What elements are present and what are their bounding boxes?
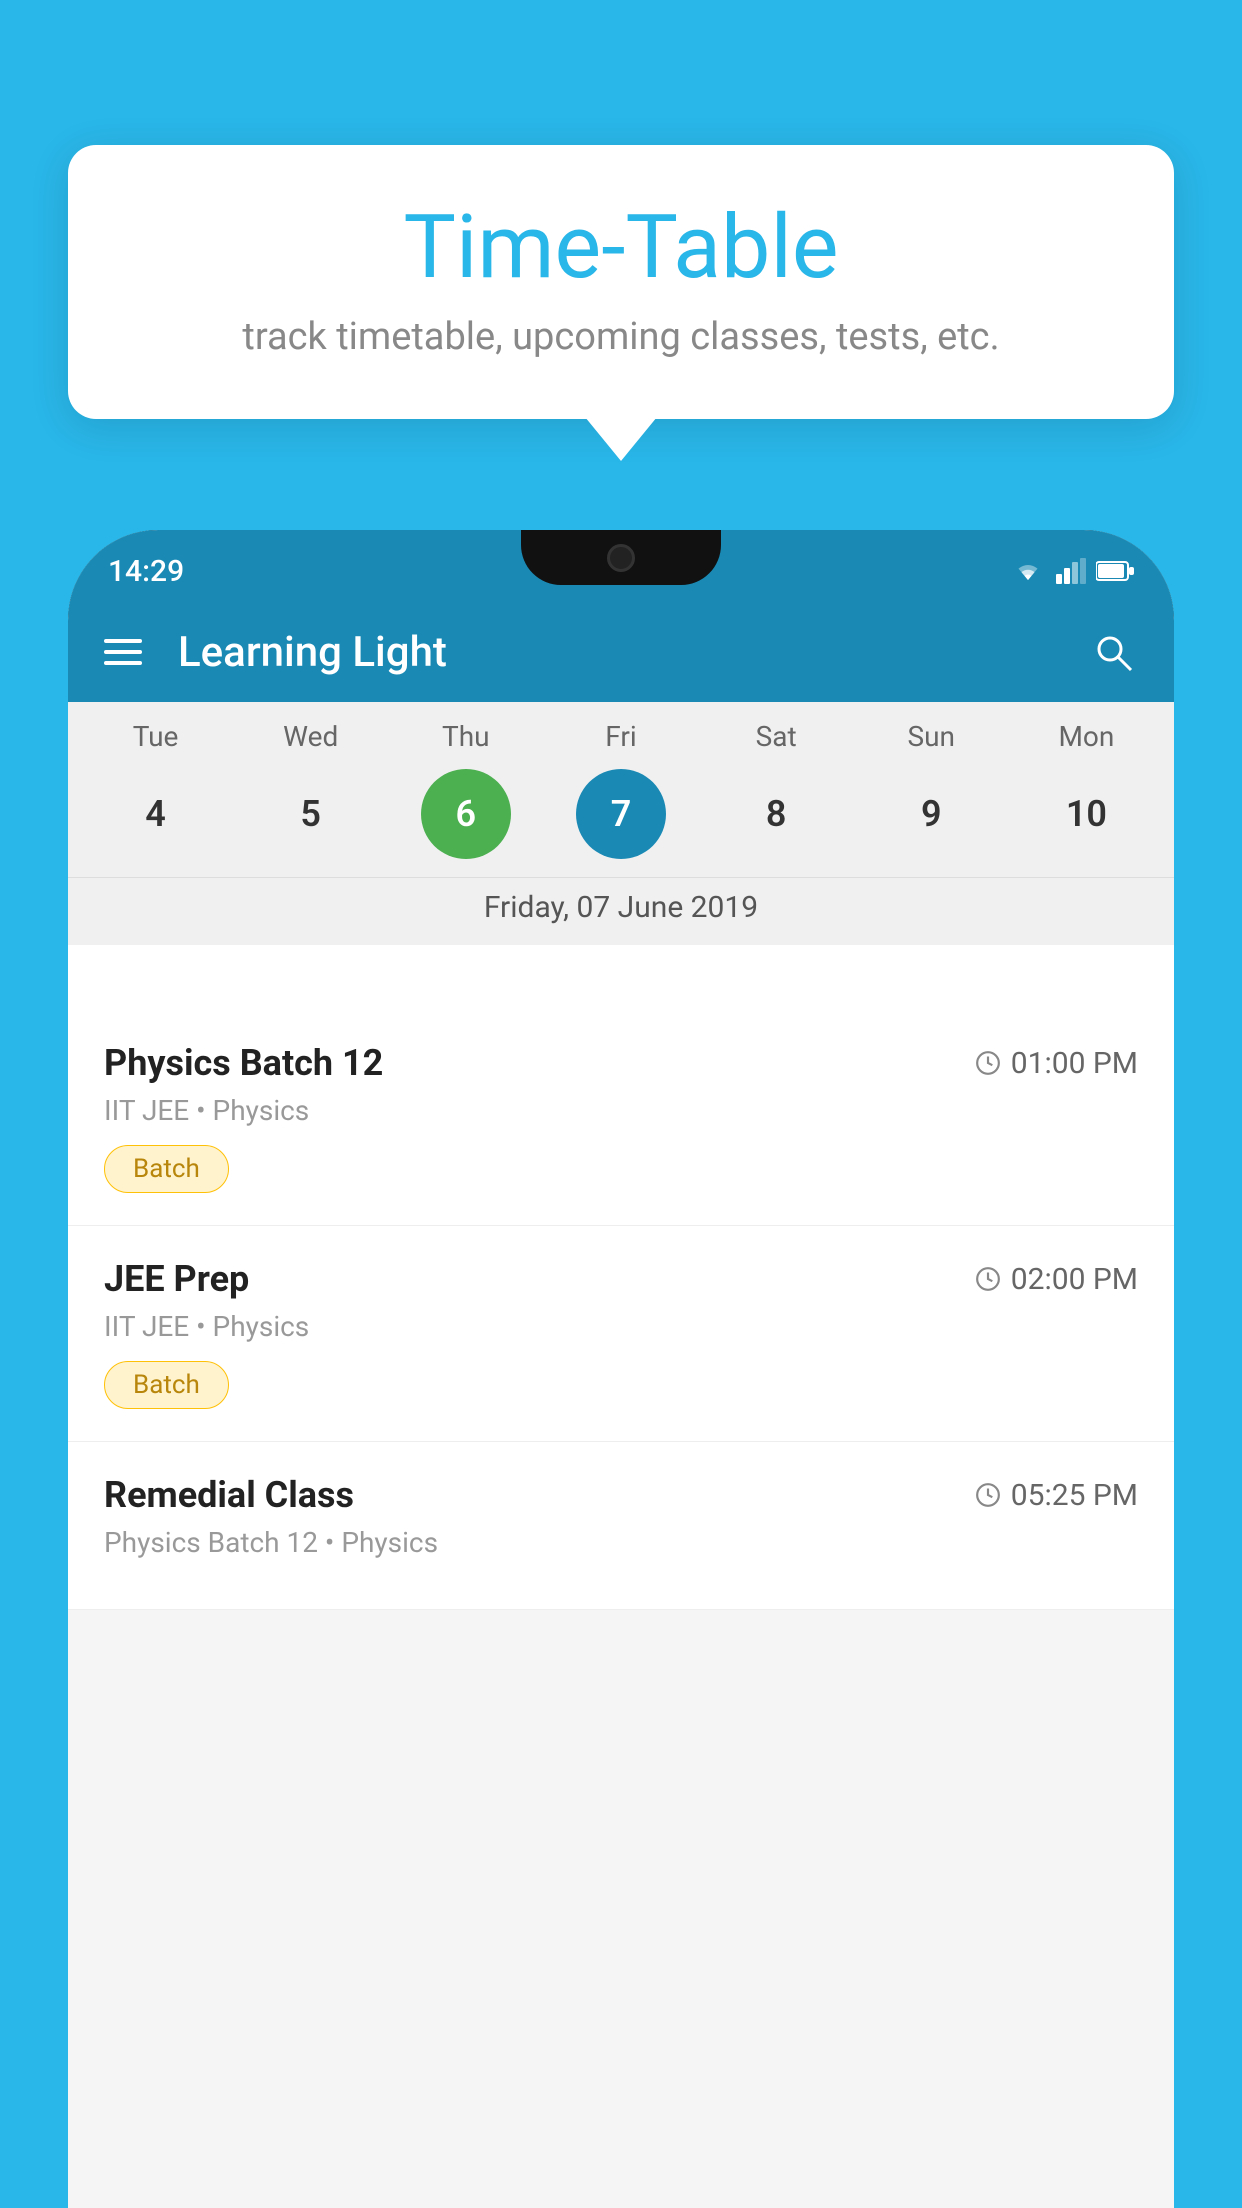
schedule-item-1[interactable]: Physics Batch 12 01:00 PM IIT JEE • Phys… bbox=[68, 1010, 1174, 1226]
date-4[interactable]: 4 bbox=[111, 769, 201, 859]
weekday-sun: Sun bbox=[881, 720, 981, 753]
schedule-list: Physics Batch 12 01:00 PM IIT JEE • Phys… bbox=[68, 1010, 1174, 2208]
tooltip-subtitle: track timetable, upcoming classes, tests… bbox=[128, 315, 1114, 359]
date-5[interactable]: 5 bbox=[266, 769, 356, 859]
schedule-item-3-subtitle: Physics Batch 12 • Physics bbox=[104, 1526, 1138, 1559]
weekday-tue: Tue bbox=[106, 720, 206, 753]
hamburger-line-1 bbox=[104, 639, 142, 643]
schedule-item-1-title: Physics Batch 12 bbox=[104, 1042, 383, 1084]
schedule-item-2[interactable]: JEE Prep 02:00 PM IIT JEE • Physics Batc… bbox=[68, 1226, 1174, 1442]
schedule-item-3-header: Remedial Class 05:25 PM bbox=[104, 1474, 1138, 1516]
tooltip-title: Time-Table bbox=[128, 200, 1114, 297]
phone-screen: 14:29 bbox=[68, 530, 1174, 2208]
search-button[interactable] bbox=[1088, 627, 1138, 677]
phone-camera bbox=[607, 544, 635, 572]
hamburger-line-2 bbox=[104, 650, 142, 654]
hamburger-line-3 bbox=[104, 661, 142, 665]
schedule-item-3-time: 05:25 PM bbox=[975, 1478, 1138, 1513]
weekday-wed: Wed bbox=[261, 720, 361, 753]
phone-notch bbox=[521, 530, 721, 585]
battery-icon bbox=[1096, 560, 1134, 582]
schedule-item-2-subtitle: IIT JEE • Physics bbox=[104, 1310, 1138, 1343]
weekday-thu: Thu bbox=[416, 720, 516, 753]
phone-frame: 14:29 bbox=[68, 530, 1174, 2208]
weekday-fri: Fri bbox=[571, 720, 671, 753]
hamburger-icon[interactable] bbox=[104, 639, 142, 665]
app-bar: Learning Light bbox=[68, 602, 1174, 702]
weekday-sat: Sat bbox=[726, 720, 826, 753]
clock-icon-2 bbox=[975, 1266, 1001, 1292]
schedule-item-3-title: Remedial Class bbox=[104, 1474, 354, 1516]
schedule-item-1-time: 01:00 PM bbox=[975, 1046, 1138, 1081]
date-6-today[interactable]: 6 bbox=[421, 769, 511, 859]
status-time: 14:29 bbox=[108, 554, 184, 589]
app-title: Learning Light bbox=[178, 628, 1088, 677]
clock-icon-1 bbox=[975, 1050, 1001, 1076]
clock-icon-3 bbox=[975, 1482, 1001, 1508]
date-9[interactable]: 9 bbox=[886, 769, 976, 859]
wifi-icon bbox=[1010, 558, 1046, 584]
schedule-item-2-header: JEE Prep 02:00 PM bbox=[104, 1258, 1138, 1300]
schedule-item-3[interactable]: Remedial Class 05:25 PM Physics Batch 12… bbox=[68, 1442, 1174, 1610]
tooltip-card: Time-Table track timetable, upcoming cla… bbox=[68, 145, 1174, 419]
weekday-mon: Mon bbox=[1036, 720, 1136, 753]
date-8[interactable]: 8 bbox=[731, 769, 821, 859]
schedule-item-1-header: Physics Batch 12 01:00 PM bbox=[104, 1042, 1138, 1084]
schedule-item-1-badge: Batch bbox=[104, 1145, 229, 1193]
date-7-selected[interactable]: 7 bbox=[576, 769, 666, 859]
schedule-item-2-badge: Batch bbox=[104, 1361, 229, 1409]
status-icons bbox=[1010, 558, 1134, 584]
date-10[interactable]: 10 bbox=[1041, 769, 1131, 859]
search-icon bbox=[1091, 630, 1135, 674]
schedule-item-2-title: JEE Prep bbox=[104, 1258, 249, 1300]
calendar-strip: Tue Wed Thu Fri Sat Sun Mon 4 5 6 7 8 9 … bbox=[68, 702, 1174, 945]
selected-date-label: Friday, 07 June 2019 bbox=[68, 877, 1174, 945]
schedule-item-2-time: 02:00 PM bbox=[975, 1262, 1138, 1297]
signal-icon bbox=[1056, 558, 1086, 584]
schedule-item-1-subtitle: IIT JEE • Physics bbox=[104, 1094, 1138, 1127]
dates-row: 4 5 6 7 8 9 10 bbox=[68, 761, 1174, 877]
weekdays-row: Tue Wed Thu Fri Sat Sun Mon bbox=[68, 702, 1174, 761]
